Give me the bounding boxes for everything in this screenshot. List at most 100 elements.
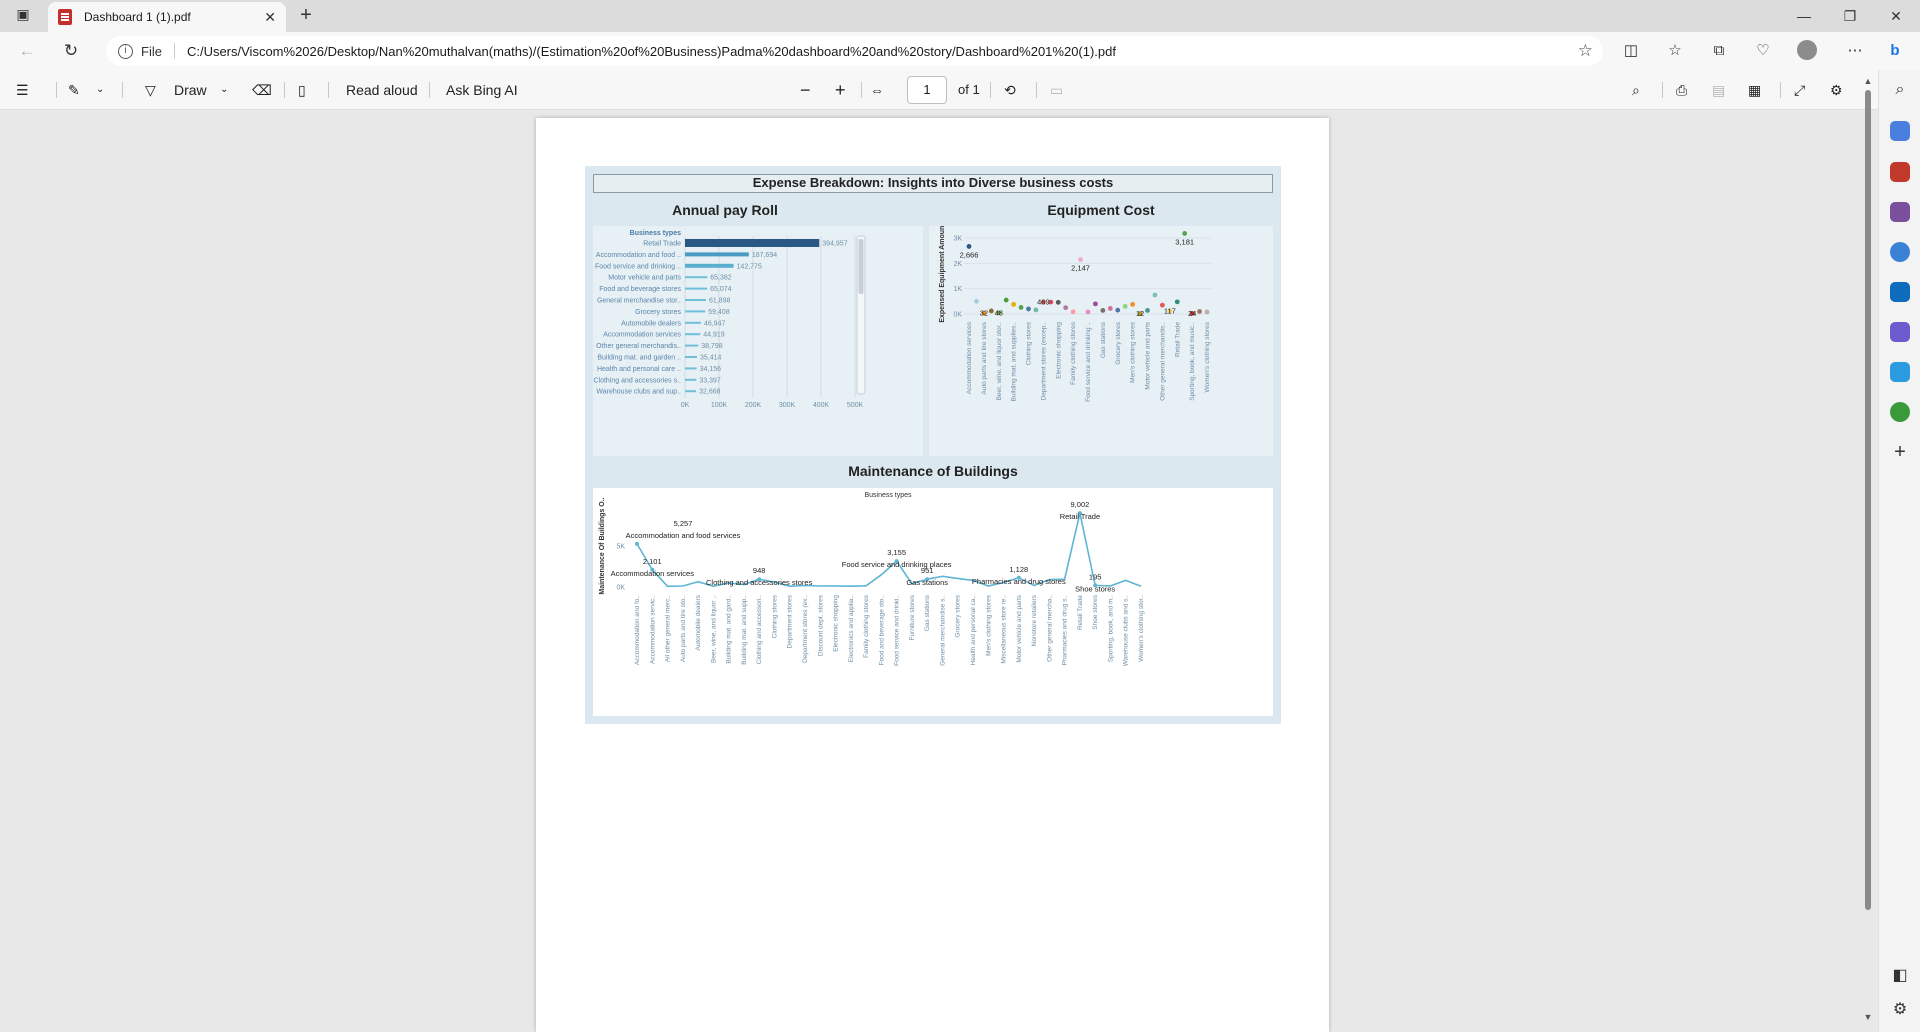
- refresh-button[interactable]: ↻: [58, 39, 84, 63]
- payroll-bar: [685, 321, 701, 324]
- zoom-in-button[interactable]: +: [835, 80, 846, 100]
- send-icon[interactable]: [1890, 362, 1910, 382]
- vertical-scrollbar[interactable]: ▲ ▼: [1861, 76, 1875, 1026]
- ask-bing-ai-button[interactable]: Ask Bing AI: [446, 80, 518, 100]
- scroll-up-icon[interactable]: ▲: [1863, 76, 1873, 86]
- highlight-dropdown-icon[interactable]: ⌄: [96, 80, 104, 100]
- browser-essentials-icon[interactable]: ♡: [1752, 40, 1774, 62]
- page-view-icon[interactable]: ▯: [298, 80, 306, 100]
- two-page-view-icon[interactable]: ▭: [1050, 80, 1063, 100]
- tab-dashboard-pdf[interactable]: Dashboard 1 (1).pdf ✕: [48, 2, 286, 32]
- bing-copilot-icon[interactable]: b: [1884, 40, 1906, 62]
- payroll-x-tick-label: 0K: [681, 402, 690, 409]
- zoom-out-button[interactable]: −: [800, 80, 811, 100]
- split-screen-icon[interactable]: ◫: [1620, 40, 1642, 62]
- sidebar-search-icon[interactable]: ⌕: [1890, 80, 1910, 100]
- tab-actions-icon[interactable]: ▣: [12, 6, 34, 26]
- address-bar[interactable]: i File C:/Users/Viscom%2026/Desktop/Nan%…: [106, 36, 1603, 66]
- equipment-point: [1018, 305, 1024, 310]
- microsoft-365-icon[interactable]: [1890, 242, 1910, 262]
- page-number-input[interactable]: 1: [907, 76, 947, 104]
- maintenance-annotation-label: Retail Trade: [1060, 512, 1100, 521]
- equipment-point: [1174, 299, 1180, 305]
- payroll-bar: [685, 378, 697, 381]
- equipment-point: [1182, 231, 1188, 236]
- payroll-bar: [685, 310, 706, 313]
- payroll-bar: [685, 367, 697, 370]
- tree-icon[interactable]: [1890, 402, 1910, 422]
- more-options-icon[interactable]: ⋯: [1844, 40, 1866, 62]
- favorite-star-icon[interactable]: ☆: [1578, 41, 1593, 61]
- payroll-bar-chart: 0K 100K 200K 300K 400K 500K Business types Reta…: [593, 230, 866, 409]
- equipment-point: [1100, 308, 1106, 313]
- outlook-icon[interactable]: [1890, 282, 1910, 302]
- close-window-button[interactable]: ✕: [1873, 3, 1919, 29]
- tools-icon[interactable]: [1890, 162, 1910, 182]
- read-aloud-button[interactable]: Read aloud: [346, 80, 418, 100]
- maintenance-category-label: Gas stations: [924, 594, 931, 631]
- scrollbar-thumb[interactable]: [1865, 90, 1871, 910]
- rotate-icon[interactable]: ⟲: [1004, 80, 1016, 100]
- payroll-category-label: Accommodation services: [603, 332, 681, 339]
- payroll-category-label: Clothing and accessories s..: [593, 377, 681, 384]
- maintenance-category-label: Discount dept. stores: [817, 594, 824, 656]
- back-button[interactable]: ←: [14, 39, 40, 63]
- equipment-point: [1055, 299, 1061, 305]
- fit-to-width-icon[interactable]: ⇔: [870, 80, 884, 100]
- address-divider: [173, 43, 175, 59]
- payroll-x-tick-label: 100K: [711, 402, 728, 409]
- toolbar-divider: [56, 82, 57, 98]
- payroll-value-label: 65,382: [710, 275, 732, 282]
- equipment-category-label: Retail Trade: [1174, 322, 1181, 357]
- maintenance-annotation-label: Gas stations: [906, 578, 948, 587]
- save-as-icon[interactable]: ▦: [1748, 80, 1761, 100]
- draw-button[interactable]: Draw: [174, 80, 207, 100]
- minimize-button[interactable]: —: [1781, 3, 1827, 29]
- equipment-point: [974, 298, 979, 304]
- equipment-category-label: Auto parts and tire stores: [981, 321, 988, 394]
- draw-icon[interactable]: ▽: [145, 80, 156, 100]
- url-text[interactable]: C:/Users/Viscom%2026/Desktop/Nan%20mutha…: [187, 44, 1116, 59]
- payroll-category-label: General merchandise stor..: [597, 298, 681, 305]
- collections-icon[interactable]: ⧉: [1708, 40, 1730, 62]
- games-icon[interactable]: [1890, 202, 1910, 222]
- favorites-icon[interactable]: ☆: [1664, 40, 1686, 62]
- shopping-tag-icon[interactable]: [1890, 121, 1910, 141]
- add-sidebar-app-icon[interactable]: +: [1890, 442, 1910, 462]
- highlight-icon[interactable]: ✎: [68, 80, 80, 100]
- maintenance-category-label: Beer, wine, and liquor ..: [710, 595, 717, 663]
- fullscreen-icon[interactable]: ⤢: [1794, 80, 1805, 100]
- maintenance-annotation-label: Accommodation services: [611, 569, 695, 578]
- close-tab-icon[interactable]: ✕: [264, 9, 276, 26]
- maintenance-category-label: Motor vehicle and parts: [1016, 594, 1023, 662]
- new-tab-button[interactable]: +: [294, 4, 318, 28]
- profile-avatar[interactable]: [1796, 40, 1818, 62]
- contents-icon[interactable]: ☰: [16, 80, 29, 100]
- maintenance-chart-panel: Business types 0K 5K Maintenance Of Buildin…: [593, 488, 1273, 716]
- search-icon[interactable]: ⌕: [1632, 80, 1640, 100]
- equipment-point: [1122, 304, 1128, 309]
- equipment-title: Equipment Cost: [1047, 202, 1155, 218]
- edge-sidebar: ⌕ + ◧ ⚙: [1878, 70, 1920, 1032]
- sidebar-settings-icon[interactable]: ⚙: [1890, 1000, 1910, 1020]
- equipment-data-label: 24: [1188, 309, 1196, 318]
- equipment-category-label: Electronic shopping: [1055, 322, 1062, 379]
- maintenance-category-label: Clothing stores: [771, 594, 778, 638]
- payroll-bar: [685, 263, 734, 268]
- maintenance-value-label: 3,155: [887, 548, 906, 557]
- draw-dropdown-icon[interactable]: ⌄: [220, 80, 228, 100]
- equipment-data-label: 48: [995, 308, 1003, 317]
- pdf-settings-icon[interactable]: ⚙: [1830, 80, 1843, 100]
- restore-button[interactable]: ❐: [1827, 3, 1873, 29]
- print-icon[interactable]: ⎙: [1676, 80, 1687, 100]
- maintenance-category-label: Department stores (ex..: [802, 595, 809, 663]
- scroll-down-icon[interactable]: ▼: [1863, 1012, 1873, 1022]
- payroll-bar: [685, 356, 698, 358]
- save-icon[interactable]: ▤: [1712, 80, 1725, 100]
- erase-icon[interactable]: ⌫: [252, 80, 272, 100]
- designer-icon[interactable]: [1890, 322, 1910, 342]
- equipment-point: [1026, 306, 1031, 312]
- info-icon[interactable]: i: [118, 43, 133, 59]
- payroll-bar: [685, 276, 708, 279]
- hide-sidebar-icon[interactable]: ◧: [1890, 966, 1910, 986]
